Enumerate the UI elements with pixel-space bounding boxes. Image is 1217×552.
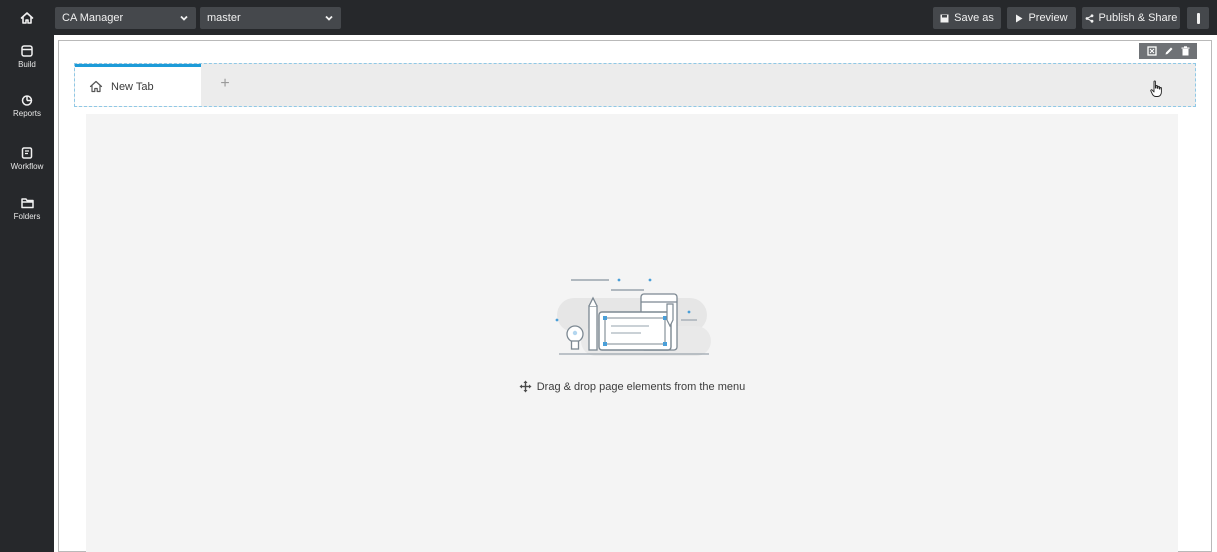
preview-label: Preview xyxy=(1028,12,1068,24)
share-icon xyxy=(1085,13,1093,23)
home-icon xyxy=(89,80,103,93)
publish-share-label: Publish & Share xyxy=(1098,12,1178,24)
page-toolbar xyxy=(1139,43,1197,59)
move-icon xyxy=(519,380,532,393)
preview-button[interactable]: Preview xyxy=(1007,7,1076,29)
trash-icon[interactable] xyxy=(1181,46,1190,56)
tab-new-tab[interactable]: New Tab xyxy=(75,64,201,106)
sidebar-item-label: Reports xyxy=(12,109,41,118)
tabs-container: New Tab + xyxy=(74,63,1196,107)
sidebar-item-build[interactable]: Build xyxy=(0,45,54,89)
branch-selector-dropdown[interactable]: master xyxy=(200,7,341,29)
home-button[interactable] xyxy=(0,0,54,35)
pencil-icon[interactable] xyxy=(1164,46,1174,56)
app-selector-value: CA Manager xyxy=(62,12,124,24)
hand-cursor-icon xyxy=(1150,80,1162,97)
sidebar-item-label: Folders xyxy=(13,212,41,221)
play-icon xyxy=(1016,14,1023,22)
save-as-button[interactable]: Save as xyxy=(933,7,1001,29)
build-icon xyxy=(21,45,33,57)
publish-share-button[interactable]: Publish & Share xyxy=(1082,7,1180,29)
more-menu-button[interactable] xyxy=(1187,7,1209,29)
reports-icon xyxy=(21,95,33,106)
sidebar-item-reports[interactable]: Reports xyxy=(0,94,54,138)
drag-drop-hint: Drag & drop page elements from the menu xyxy=(86,380,1178,393)
chevron-down-icon xyxy=(325,15,333,21)
chevron-down-icon xyxy=(180,15,188,21)
sidebar-item-folders[interactable]: Folders xyxy=(0,197,54,241)
workflow-icon xyxy=(21,147,33,159)
branch-selector-value: master xyxy=(207,12,241,24)
left-sidebar: Build Reports Workflow Folders xyxy=(0,35,54,552)
tab-label: New Tab xyxy=(111,80,154,93)
app-root: CA Manager master Save as Preview Publis… xyxy=(0,0,1217,552)
sidebar-item-workflow[interactable]: Workflow xyxy=(0,147,54,191)
folder-icon xyxy=(20,198,34,209)
page-settings-icon[interactable] xyxy=(1146,46,1157,56)
top-bar: CA Manager master Save as Preview Publis… xyxy=(0,0,1217,35)
drag-drop-hint-text: Drag & drop page elements from the menu xyxy=(536,380,746,393)
app-selector-dropdown[interactable]: CA Manager xyxy=(55,7,196,29)
more-vertical-icon xyxy=(1196,12,1200,24)
empty-dropzone[interactable]: Drag & drop page elements from the menu xyxy=(86,114,1178,552)
save-as-label: Save as xyxy=(954,12,994,24)
add-tab-button[interactable]: + xyxy=(215,74,235,94)
sidebar-item-label: Build xyxy=(18,60,36,69)
home-icon xyxy=(20,11,34,24)
save-icon xyxy=(940,14,949,22)
empty-canvas-illustration xyxy=(555,278,711,356)
sidebar-item-label: Workflow xyxy=(10,162,44,171)
